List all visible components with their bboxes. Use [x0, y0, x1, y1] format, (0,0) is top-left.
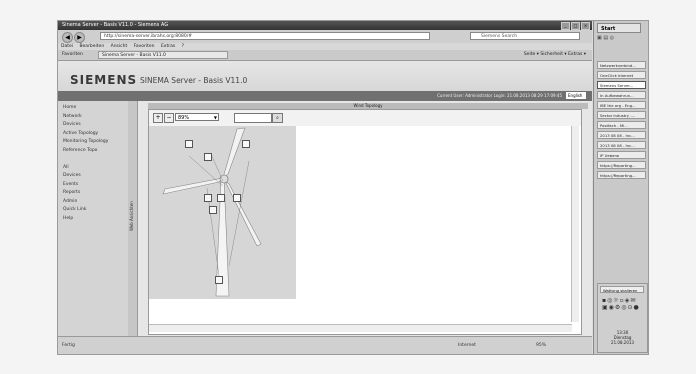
device-node-3[interactable] [242, 140, 250, 148]
start-button[interactable]: Start [597, 23, 641, 33]
favorites-button[interactable]: Favoriten [62, 50, 83, 60]
horizontal-scrollbar[interactable] [149, 324, 572, 332]
task-item-6[interactable]: Sector Industry -... [597, 111, 646, 119]
topology-canvas[interactable]: + − 89% ▼ ⌕ [148, 109, 582, 335]
siemens-logo: SIEMENS [70, 73, 138, 87]
device-node-2[interactable] [204, 153, 212, 161]
task-item-7[interactable]: Postfach - Mi... [597, 121, 646, 129]
sidebar-item-home[interactable]: Home [58, 104, 128, 113]
taskbar: Start ▣ ▤ ◎ Netzwerkverbind... OneClick … [593, 21, 648, 354]
menu-help[interactable]: ? [182, 44, 184, 49]
menu-view[interactable]: Ansicht [111, 44, 128, 49]
menu-favorites[interactable]: Favoriten [134, 44, 155, 49]
user-status-bar: Current User: Administrator Login: 21.08… [58, 91, 592, 101]
sidebar-item-monitoring-topology[interactable]: Monitoring Topology [58, 138, 128, 147]
window-titlebar: Sinema Server - Basis V11.0 - Siemens AG… [58, 21, 592, 30]
device-node-8[interactable] [215, 276, 223, 284]
clock-date: 21.08.2013 [611, 340, 634, 345]
tray-icons[interactable]: ▪◎☼▫◈✉▣◉⚙◎⊙● [602, 297, 646, 311]
zoom-out-button[interactable]: − [164, 113, 174, 123]
browser-tab[interactable]: Sinema Server - Basis V11.0 [98, 51, 228, 59]
sidebar-item-spacer [58, 155, 128, 164]
task-item-9[interactable]: 2013 08 08 - Inc... [597, 141, 646, 149]
task-item-8[interactable]: 2013 08 08 - Inc... [597, 131, 646, 139]
sidebar-item-devices-sub[interactable]: Devices [58, 121, 128, 130]
window-title: Sinema Server - Basis V11.0 - Siemens AG [62, 22, 169, 28]
back-button[interactable]: ◀ [62, 32, 73, 43]
quick-launch: ▣ ▤ ◎ [597, 35, 645, 43]
sidebar-item-active-topology[interactable]: Active Topology [58, 130, 128, 139]
device-node-4[interactable] [204, 194, 212, 202]
maximize-icon[interactable]: □ [571, 22, 580, 30]
browser-icon[interactable]: ◎ [610, 35, 614, 41]
folder-icon[interactable]: ▤ [603, 35, 608, 41]
security-zone: Internet [458, 343, 476, 348]
sidebar-item-network[interactable]: Network [58, 113, 128, 122]
sidebar-item-all[interactable]: All [58, 164, 128, 173]
sidebar-item-admin[interactable]: Admin [58, 198, 128, 207]
collapse-tab[interactable]: Web Ansichten [128, 101, 138, 336]
chevron-down-icon: ▼ [213, 115, 217, 120]
find-input[interactable] [234, 113, 272, 123]
device-node-7[interactable] [209, 206, 217, 214]
system-tray: Wattung skalieren ▪◎☼▫◈✉▣◉⚙◎⊙● 13:30 Die… [597, 283, 648, 353]
desktop-icon[interactable]: ▣ [597, 35, 602, 41]
menu-edit[interactable]: Bearbeiten [79, 44, 104, 49]
wind-turbine-drawing [162, 127, 262, 297]
menu-tools[interactable]: Extras [161, 44, 175, 49]
topology-view: Wind Topology + − 89% ▼ ⌕ [138, 101, 592, 336]
zoom-level[interactable]: 95% [536, 343, 546, 348]
task-item-1[interactable]: Netzwerkverbind... [597, 61, 646, 69]
search-icon[interactable]: ⌕ [272, 113, 283, 123]
task-item-12[interactable]: https://Reporting... [597, 171, 646, 179]
task-item-4[interactable]: In Aufbewahrun... [597, 91, 646, 99]
wind-turbine-image [149, 126, 296, 299]
sidebar-item-devices[interactable]: Devices [58, 172, 128, 181]
task-item-11[interactable]: https://Reporting... [597, 161, 646, 169]
menu-file[interactable]: Datei [61, 44, 73, 49]
zoom-in-button[interactable]: + [153, 113, 163, 123]
task-item-3[interactable]: Siemens Server... [597, 81, 646, 89]
sidebar-item-help[interactable]: Help [58, 215, 128, 224]
task-item-10[interactable]: IP Ueberw [597, 151, 646, 159]
command-bar[interactable]: Seite ▾ Sicherheit ▾ Extras ▾ [524, 50, 586, 60]
page-title: SINEMA Server - Basis V11.0 [140, 76, 248, 85]
sidebar-item-reference-topology[interactable]: Reference Topo [58, 147, 128, 156]
forward-button[interactable]: ▶ [74, 32, 85, 43]
device-node-1[interactable] [185, 140, 193, 148]
device-node-6[interactable] [233, 194, 241, 202]
zoom-value: 89% [178, 115, 190, 121]
desktop-screen: Sinema Server - Basis V11.0 - Siemens AG… [57, 20, 649, 355]
window-controls: _ □ × [561, 22, 590, 30]
sidebar-item-reports[interactable]: Reports [58, 189, 128, 198]
address-bar[interactable]: http://sinema-server.ibrahs.org:8080/# [100, 32, 430, 40]
zoom-select[interactable]: 89% ▼ [175, 113, 219, 121]
device-node-5[interactable] [217, 194, 225, 202]
sidebar-item-events[interactable]: Events [58, 181, 128, 190]
canvas-toolbar: + − 89% ▼ ⌕ [149, 110, 581, 126]
collapse-tab-label: Web Ansichten [129, 201, 134, 231]
language-select[interactable]: English [566, 92, 586, 99]
close-icon[interactable]: × [581, 22, 590, 30]
favorites-bar: Favoriten Sinema Server - Basis V11.0 Se… [58, 50, 592, 61]
tray-label[interactable]: Wattung skalieren [600, 286, 644, 293]
vertical-scrollbar[interactable] [571, 126, 579, 322]
minimize-icon[interactable]: _ [561, 22, 570, 30]
menu-bar: Datei Bearbeiten Ansicht Favoriten Extra… [58, 43, 592, 50]
status-text: Fertig [62, 343, 75, 348]
clock[interactable]: 13:30 Dienstag 21.08.2013 [598, 330, 647, 345]
sidebar: Home Network Devices Active Topology Mon… [58, 101, 129, 336]
address-row: ◀ ▶ http://sinema-server.ibrahs.org:8080… [58, 30, 592, 44]
search-input[interactable]: Siemens Search [470, 32, 580, 40]
sidebar-item-quick-link[interactable]: Quick Link [58, 206, 128, 215]
task-item-2[interactable]: OneClick Internet [597, 71, 646, 79]
login-info: Current User: Administrator Login: 21.08… [437, 93, 562, 98]
browser-status-bar: Fertig Internet 95% [58, 336, 592, 354]
task-item-5[interactable]: IBE the org - Eng... [597, 101, 646, 109]
